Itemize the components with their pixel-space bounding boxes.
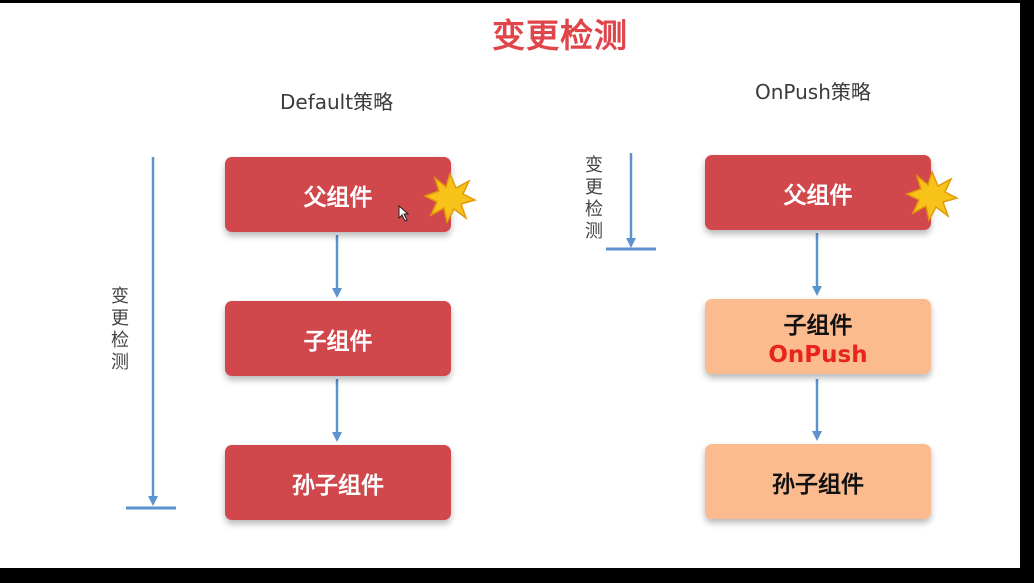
default-grandchild-label: 孙子组件: [292, 472, 384, 499]
default-parent-component: 父组件: [225, 157, 451, 232]
default-parent-label: 父组件: [303, 184, 373, 211]
onpush-parent-component: 父组件: [705, 155, 931, 230]
default-side-label: 变更检测: [111, 286, 129, 373]
onpush-grandchild-component: 孙子组件: [705, 444, 931, 519]
slide: 变更检测 Default策略 OnPush策略 变更检测 变更检测 父组件 子组…: [0, 3, 1020, 568]
onpush-grandchild-label: 孙子组件: [772, 471, 864, 498]
onpush-child-strategy-tag: OnPush: [768, 341, 868, 368]
onpush-child-component: 子组件 OnPush: [705, 299, 931, 374]
onpush-parent-label: 父组件: [783, 182, 853, 209]
default-grandchild-component: 孙子组件: [225, 445, 451, 520]
default-child-label: 子组件: [303, 328, 373, 355]
onpush-child-label: 子组件: [783, 312, 853, 339]
default-child-component: 子组件: [225, 301, 451, 376]
onpush-side-label: 变更检测: [585, 155, 603, 242]
